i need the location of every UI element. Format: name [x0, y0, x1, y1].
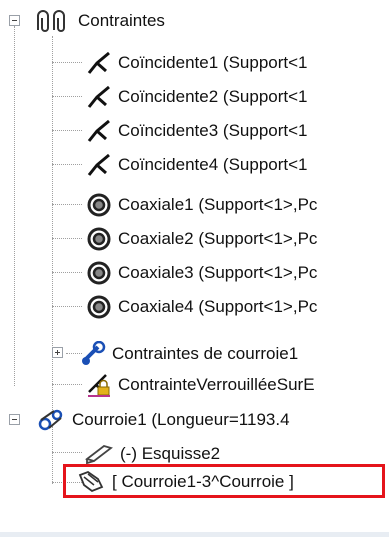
tree-item-mate[interactable]: Coïncidente1 (Support<1: [86, 47, 310, 78]
scroll-strip: [0, 532, 389, 537]
tree-item-label: Coïncidente1 (Support<1: [118, 52, 308, 72]
tree-line: [14, 26, 15, 386]
collapse-toggle[interactable]: [9, 414, 20, 425]
expand-toggle[interactable]: [52, 347, 63, 358]
tree-item-label: Coaxiale2 (Support<1>,Pc: [118, 228, 318, 248]
tree-item-label: Coïncidente4 (Support<1: [118, 154, 308, 174]
tree-item-belt[interactable]: Courroie1 (Longueur=1193.4: [36, 404, 292, 435]
tree-item-label: ContrainteVerrouilléeSurE: [118, 374, 315, 394]
tree-item-mate[interactable]: Coaxiale1 (Support<1>,Pc: [86, 189, 319, 220]
coincident-mate-icon: [86, 50, 112, 76]
tree-item-label: Contraintes: [78, 10, 165, 30]
tree-item-mates-folder[interactable]: Contraintes: [32, 5, 167, 36]
tree-item-locked-mate[interactable]: ContrainteVerrouilléeSurE: [86, 369, 317, 400]
tree-line: [52, 238, 82, 239]
tree-line: [52, 384, 82, 385]
mates-folder-icon: [32, 8, 72, 34]
concentric-mate-icon: [86, 192, 112, 218]
belt-chain-icon: [36, 407, 66, 433]
collapse-toggle[interactable]: [9, 15, 20, 26]
tree-item-mate[interactable]: Coaxiale4 (Support<1>,Pc: [86, 291, 319, 322]
tree-line: [52, 272, 82, 273]
tree-item-label: Coaxiale4 (Support<1>,Pc: [118, 296, 318, 316]
tree-item-belt-mates[interactable]: Contraintes de courroie1: [80, 338, 300, 369]
tree-item-label: Courroie1 (Longueur=1193.4: [72, 409, 290, 429]
coincident-mate-icon: [86, 152, 112, 178]
tree-item-mate[interactable]: Coïncidente3 (Support<1: [86, 115, 310, 146]
tree-line: [52, 62, 82, 63]
tree-item-mate[interactable]: Coïncidente2 (Support<1: [86, 81, 310, 112]
sketch-icon: [84, 441, 114, 467]
tree-item-mate[interactable]: Coaxiale3 (Support<1>,Pc: [86, 257, 319, 288]
concentric-mate-icon: [86, 226, 112, 252]
coincident-mate-icon: [86, 84, 112, 110]
belt-mate-icon: [80, 340, 106, 367]
tree-item-mate[interactable]: Coïncidente4 (Support<1: [86, 149, 310, 180]
tree-line: [52, 306, 82, 307]
coincident-mate-icon: [86, 118, 112, 144]
tree-item-label: (-) Esquisse2: [120, 443, 221, 463]
tree-line: [52, 36, 53, 416]
highlight-box: [63, 464, 385, 498]
concentric-mate-icon: [86, 260, 112, 286]
tree-line: [52, 130, 82, 131]
tree-item-label: Coaxiale3 (Support<1>,Pc: [118, 262, 318, 282]
tree-line: [52, 452, 82, 453]
tree-line: [52, 164, 82, 165]
tree-item-label: Contraintes de courroie1: [112, 343, 299, 363]
tree-line: [52, 96, 82, 97]
tree-item-label: Coïncidente3 (Support<1: [118, 120, 308, 140]
tree-item-label: Coïncidente2 (Support<1: [118, 86, 308, 106]
concentric-mate-icon: [86, 294, 112, 320]
tree-item-mate[interactable]: Coaxiale2 (Support<1>,Pc: [86, 223, 319, 254]
locked-mate-icon: [86, 372, 112, 398]
feature-tree: Contraintes Coïncidente1 (Support<1 Coïn…: [0, 0, 389, 537]
tree-item-label: Coaxiale1 (Support<1>,Pc: [118, 194, 318, 214]
tree-line: [52, 204, 82, 205]
